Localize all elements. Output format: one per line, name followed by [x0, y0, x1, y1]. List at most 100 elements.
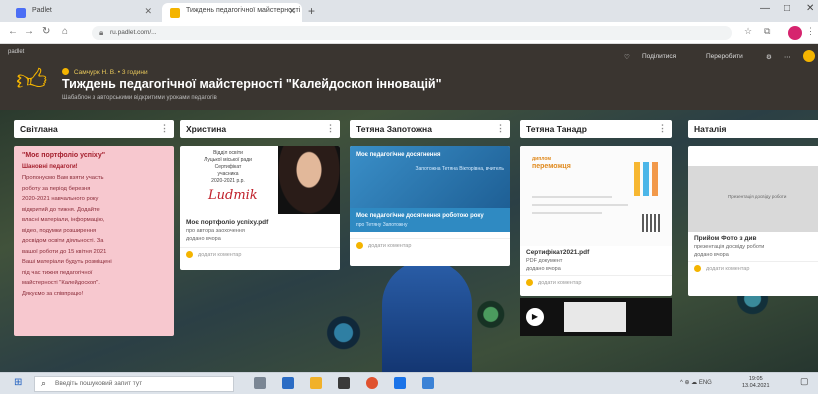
notifications-icon[interactable]: ▢ [800, 376, 809, 387]
padlet-board: Світлана ⋮ "Моє портфоліо успіху" Шановн… [0, 110, 818, 372]
column-menu-icon[interactable]: ⋮ [496, 123, 505, 134]
column-header[interactable]: Наталія [688, 120, 818, 138]
post-line: Ваші матеріали будуть розміщені [22, 259, 112, 265]
post-meta: про Тетяну Запотожну [356, 222, 408, 228]
new-tab-button[interactable]: + [308, 4, 315, 18]
certificate-line [532, 212, 602, 214]
column-header[interactable]: Світлана ⋮ [14, 120, 174, 138]
forward-arrow-icon[interactable]: → [24, 26, 34, 37]
commenter-avatar [694, 265, 701, 272]
file-explorer-icon[interactable] [310, 377, 322, 389]
peacock-background-image [382, 260, 472, 372]
certificate-top-text: диплом [532, 156, 552, 162]
image-title: Моє педагогічне досягнення [356, 152, 441, 158]
image-subtitle: Запотожна Тетяна Вікторівна, вчитель [415, 166, 504, 172]
post-attachment-image[interactable]: Моє педагогічне досягнення Запотожна Тет… [350, 146, 510, 208]
edge-icon[interactable] [282, 377, 294, 389]
address-bar: ← → ↻ ⌂ 🔒︎ ru.padlet.com/... ☆ ⧉ ⋮ [0, 22, 818, 44]
certificate-image[interactable]: диплом переможця [520, 146, 672, 246]
heart-icon[interactable]: ♡ [624, 53, 630, 61]
bookmark-star-icon[interactable]: ☆ [744, 26, 752, 37]
post-line: Пропонуємо Вам взяти участь [22, 175, 104, 181]
windows-taskbar: ⊞ ⌕ Введіть пошуковий запит тут ^ ⊕ ☁ EN… [0, 372, 818, 394]
post-line: Дякуємо за співпрацю! [22, 290, 84, 297]
reload-icon[interactable]: ↻ [42, 26, 50, 37]
post-line: 2020-2021 навчального року [22, 196, 99, 202]
author-avatar [62, 68, 69, 75]
home-icon[interactable]: ⌂ [62, 26, 68, 37]
windows-start-icon[interactable]: ⊞ [14, 377, 22, 388]
user-avatar[interactable] [803, 50, 815, 62]
system-tray[interactable]: ^ ⊕ ☁ ENG [680, 379, 712, 386]
column-title: Христина [186, 124, 227, 134]
back-arrow-icon[interactable]: ← [8, 26, 18, 37]
column-title: Світлана [20, 124, 58, 134]
close-window-button[interactable]: ✕ [806, 3, 814, 14]
taskbar-search-input[interactable]: ⌕ Введіть пошуковий запит тут [34, 376, 234, 392]
padlet-logo[interactable]: padlet [8, 49, 24, 55]
column-tetiana-tanadr: Тетяна Танадр ⋮ диплом переможця Сертифі… [520, 120, 672, 296]
post-card[interactable]: Презентація досвіду роботи Прийом Фото з… [688, 146, 818, 296]
video-post[interactable]: ▶ [520, 298, 672, 336]
post-attachment-image[interactable]: Презентація досвіду роботи [688, 166, 818, 232]
post-title: Прийом Фото з див [694, 235, 757, 242]
qr-code [642, 214, 660, 232]
column-svitlana: Світлана ⋮ "Моє портфоліо успіху" Шановн… [14, 120, 174, 336]
post-meta: PDF документ [526, 258, 563, 264]
word-icon[interactable] [422, 377, 434, 389]
column-menu-icon[interactable]: ⋮ [658, 123, 667, 134]
extensions-icon[interactable]: ⧉ [764, 26, 770, 37]
store-icon[interactable] [338, 377, 350, 389]
minimize-button[interactable]: — [760, 3, 770, 14]
mail-icon[interactable] [394, 377, 406, 389]
settings-gear-icon[interactable]: ⚙ [766, 53, 772, 61]
post-line: відкритий до тижня. Додайте [22, 206, 100, 213]
profile-avatar[interactable] [788, 26, 802, 40]
column-header[interactable]: Тетяна Танадр ⋮ [520, 120, 672, 138]
chrome-icon[interactable] [366, 377, 378, 389]
doc-line: 2020-2021 р.р. [211, 178, 245, 184]
browser-tab[interactable]: Padlet ✕ [8, 3, 158, 22]
post-card[interactable]: Моє педагогічне досягнення Запотожна Тет… [350, 146, 510, 266]
column-header[interactable]: Тетяна Запотожна ⋮ [350, 120, 510, 138]
browser-tab-active[interactable]: Тиждень педагогічної майстерності ✕ [162, 3, 302, 22]
add-comment-label: додати коментар [368, 243, 412, 249]
clock-time: 19:05 [748, 376, 763, 382]
column-title: Наталія [694, 124, 727, 134]
column-title: Тетяна Запотожна [356, 124, 432, 134]
task-view-icon[interactable] [254, 377, 266, 389]
share-button[interactable]: Поділитися [642, 53, 676, 60]
commenter-avatar [356, 242, 363, 249]
add-comment-label: додати коментар [706, 266, 750, 272]
remake-button[interactable]: Переробити [706, 53, 743, 60]
column-header[interactable]: Христина ⋮ [180, 120, 340, 138]
browser-menu-icon[interactable]: ⋮ [806, 26, 815, 37]
post-line: досвідом освіти діяльності. За [22, 238, 104, 244]
url-input[interactable]: 🔒︎ ru.padlet.com/... [92, 26, 732, 40]
post-date: додано вчора [694, 252, 729, 258]
more-icon[interactable]: ⋯ [784, 53, 791, 61]
author-line: Самчурк Н. В. • 3 години [62, 68, 148, 76]
column-menu-icon[interactable]: ⋮ [160, 123, 169, 134]
post-attachment-image[interactable]: Відділ освіти Луцької міської ради Серти… [180, 146, 340, 216]
post-line: власні матеріали, інформацію, [22, 217, 105, 223]
comment-bar[interactable]: додати коментар [520, 275, 672, 289]
post-card[interactable]: диплом переможця Сертифікат2021.pdf PDF … [520, 146, 672, 296]
image-text: Презентація досвіду роботи [728, 194, 787, 199]
maximize-button[interactable]: □ [784, 3, 790, 14]
close-tab-icon[interactable]: ✕ [144, 6, 152, 17]
comment-bar[interactable]: додати коментар [350, 238, 510, 252]
post-line: майстерності "Калейдоскоп". [22, 280, 100, 286]
play-icon[interactable]: ▶ [526, 308, 544, 326]
commenter-avatar [526, 279, 533, 286]
comment-bar[interactable]: додати коментар [180, 247, 340, 261]
close-tab-icon[interactable]: ✕ [288, 6, 296, 17]
post-line: під час тижня педагогічної [22, 269, 93, 276]
column-menu-icon[interactable]: ⋮ [326, 123, 335, 134]
comment-bar[interactable]: додати коментар [688, 261, 818, 275]
post-card[interactable]: Відділ освіти Луцької міської ради Серти… [180, 146, 340, 270]
column-nataliia: Наталія Презентація досвіду роботи Прийо… [688, 120, 818, 296]
post-card[interactable]: "Моє портфоліо успіху" Шановні педагоги!… [14, 146, 174, 336]
clock[interactable]: 19:05 13.04.2021 [742, 376, 770, 390]
post-title: Сертифікат2021.pdf [526, 249, 590, 256]
